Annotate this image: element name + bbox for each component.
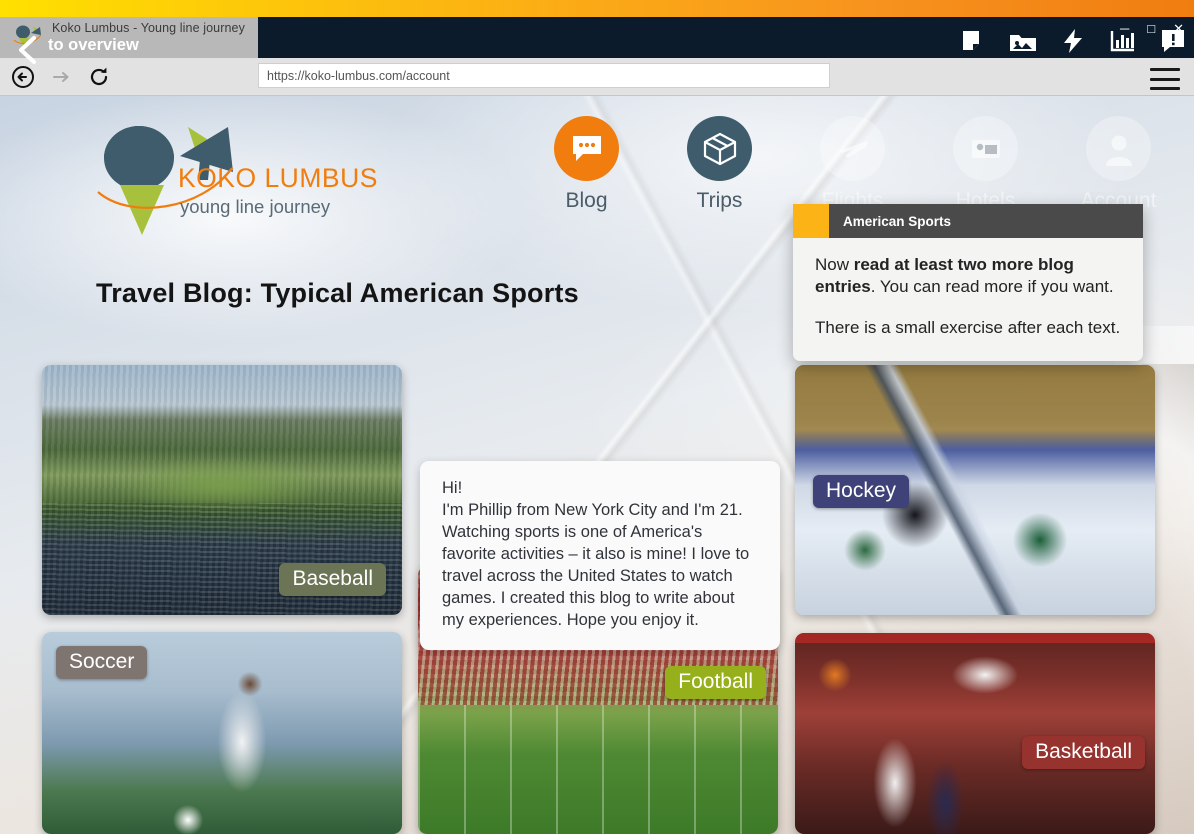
tooltip-title: American Sports [829, 214, 951, 229]
card-label-basketball: Basketball [1022, 736, 1145, 769]
intro-greeting: Hi! [442, 478, 760, 500]
instruction-tooltip: American Sports Now read at least two mo… [793, 204, 1143, 361]
forward-arrow-icon [48, 64, 74, 90]
nav-label-blog: Blog [520, 189, 653, 213]
back-arrow-icon[interactable] [10, 64, 36, 90]
lightning-icon[interactable] [1058, 26, 1088, 56]
navigation-buttons [10, 64, 112, 90]
tooltip-p1-lead: Now [815, 255, 854, 274]
tooltip-header: American Sports [793, 204, 1143, 238]
overview-back-panel[interactable]: Koko Lumbus - Young line journey to over… [0, 17, 258, 58]
speech-bubble-icon [554, 116, 619, 181]
site-navigation: Blog Trips Flights Hotels [520, 116, 1185, 213]
image-folder-icon[interactable] [1008, 26, 1038, 56]
blog-card-soccer[interactable]: Soccer [42, 632, 402, 834]
package-box-icon [687, 116, 752, 181]
tooltip-body: Now read at least two more blog entries.… [793, 238, 1143, 361]
maximize-button[interactable]: □ [1147, 22, 1155, 35]
nav-item-trips[interactable]: Trips [653, 116, 786, 213]
tooltip-p1-tail: . You can read more if you want. [871, 277, 1114, 296]
card-label-hockey: Hockey [813, 475, 909, 508]
nav-item-hotels[interactable]: Hotels [919, 116, 1052, 213]
close-button[interactable]: ✕ [1173, 22, 1184, 35]
note-icon[interactable] [958, 26, 988, 56]
blog-card-hockey[interactable]: Hockey [795, 365, 1155, 615]
window-controls[interactable]: ─ □ ✕ [1114, 17, 1190, 39]
to-overview-label: to overview [48, 36, 139, 55]
svg-text:young line journey: young line journey [180, 196, 331, 217]
app-title-label: Koko Lumbus - Young line journey [52, 21, 245, 35]
site-logo[interactable]: KOKO LUMBUS young line journey [92, 110, 392, 240]
blog-intro-card: Hi! I'm Phillip from New York City and I… [420, 461, 780, 650]
hotel-bed-icon [953, 116, 1018, 181]
address-bar[interactable]: https://koko-lumbus.com/account [258, 63, 830, 88]
nav-item-account[interactable]: Account [1052, 116, 1185, 213]
tooltip-paragraph-2: There is a small exercise after each tex… [815, 317, 1121, 339]
person-icon [1086, 116, 1151, 181]
url-text: https://koko-lumbus.com/account [267, 69, 450, 83]
card-label-soccer: Soccer [56, 646, 147, 679]
nav-item-blog[interactable]: Blog [520, 116, 653, 213]
reload-icon[interactable] [86, 64, 112, 90]
card-crowd-texture-baseball [42, 503, 402, 616]
minimize-button[interactable]: ─ [1120, 22, 1129, 35]
tooltip-accent-chip [793, 204, 829, 238]
webpage-viewport: KOKO LUMBUS young line journey Blog Trip… [0, 96, 1194, 834]
intro-body: I'm Phillip from New York City and I'm 2… [442, 500, 760, 632]
tooltip-paragraph-1: Now read at least two more blog entries.… [815, 254, 1121, 298]
hamburger-menu-icon[interactable] [1150, 68, 1180, 90]
nav-label-trips: Trips [653, 189, 786, 213]
page-title: Travel Blog: Typical American Sports [96, 278, 579, 309]
card-label-baseball: Baseball [279, 563, 386, 596]
chevron-left-icon [14, 35, 40, 65]
blog-card-baseball[interactable]: Baseball [42, 365, 402, 615]
browser-toolbar: https://koko-lumbus.com/account [0, 58, 1194, 96]
blog-card-basketball[interactable]: Basketball [795, 633, 1155, 834]
airplane-icon [820, 116, 885, 181]
svg-text:KOKO LUMBUS: KOKO LUMBUS [178, 163, 378, 193]
nav-item-flights[interactable]: Flights [786, 116, 919, 213]
application-window: Koko Lumbus - Young line journey to over… [0, 0, 1194, 834]
card-field-lines-football [418, 705, 778, 834]
card-label-football: Football [665, 666, 766, 699]
card-banner-basketball [795, 633, 1155, 834]
accent-gradient-bar [0, 0, 1194, 17]
